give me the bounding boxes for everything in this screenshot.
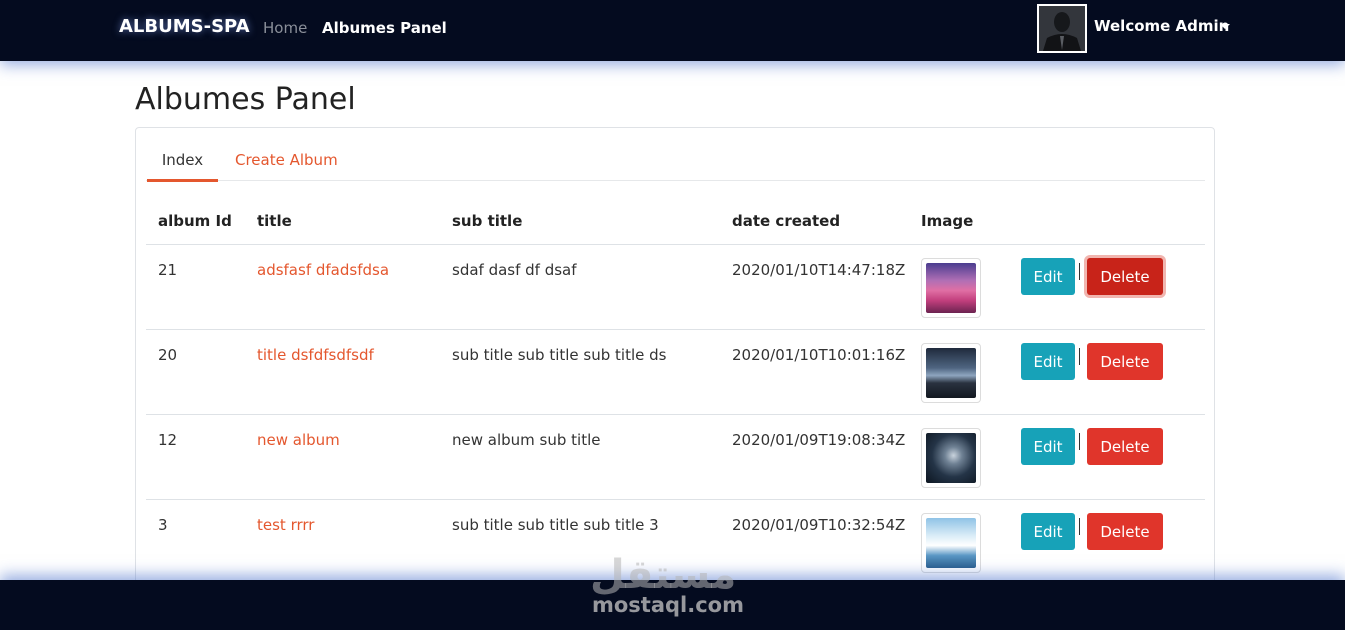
edit-button[interactable]: Edit: [1021, 343, 1075, 380]
page-title: Albumes Panel: [135, 82, 356, 117]
column-header-date-created: date created: [732, 212, 841, 230]
user-menu-toggle[interactable]: Welcome Admin: [1094, 17, 1229, 35]
table-row: 12 new album new album sub title 2020/01…: [146, 415, 1205, 500]
nav-home-link[interactable]: Home: [263, 19, 307, 37]
album-sub-title-cell: sdaf dasf df dsaf: [452, 261, 577, 279]
user-silhouette-icon: [1039, 6, 1085, 51]
tab-bar: Index Create Album: [146, 140, 1205, 182]
flower-field-image: [926, 263, 976, 313]
album-title-link[interactable]: new album: [257, 431, 340, 449]
album-title-link[interactable]: adsfasf dfadsfdsa: [257, 261, 389, 279]
edit-button[interactable]: Edit: [1021, 258, 1075, 295]
page-footer: مستقل mostaql.com: [0, 552, 1345, 630]
tab-index[interactable]: Index: [147, 151, 218, 182]
album-date-cell: 2020/01/10T14:47:18Z: [732, 261, 906, 279]
album-date-cell: 2020/01/10T10:01:16Z: [732, 346, 906, 364]
album-thumbnail: [921, 513, 981, 573]
shark-image: [926, 433, 976, 483]
delete-button[interactable]: Delete: [1087, 513, 1163, 550]
column-header-title: title: [257, 212, 292, 230]
waterfall-image: [926, 518, 976, 568]
delete-button[interactable]: Delete: [1087, 258, 1163, 295]
edit-button[interactable]: Edit: [1021, 513, 1075, 550]
column-header-album-id: album Id: [158, 212, 232, 230]
table-row: 21 adsfasf dfadsfdsa sdaf dasf df dsaf 2…: [146, 245, 1205, 330]
album-thumbnail: [921, 343, 981, 403]
album-sub-title-cell: sub title sub title sub title ds: [452, 346, 667, 364]
album-title-link[interactable]: title dsfdfsdfsdf: [257, 346, 374, 364]
brand-logo[interactable]: ALBUMS-SPA: [119, 16, 250, 37]
album-sub-title-cell: sub title sub title sub title 3: [452, 516, 659, 534]
album-title-link[interactable]: test rrrr: [257, 516, 314, 534]
album-date-cell: 2020/01/09T19:08:34Z: [732, 431, 906, 449]
album-sub-title-cell: new album sub title: [452, 431, 601, 449]
button-separator: [1079, 433, 1080, 450]
button-separator: [1079, 263, 1080, 280]
user-avatar[interactable]: [1037, 4, 1087, 53]
column-header-image: Image: [921, 212, 974, 230]
watermark-arabic: مستقل: [590, 552, 737, 598]
album-id-cell: 12: [158, 431, 178, 449]
album-id-cell: 21: [158, 261, 178, 279]
button-separator: [1079, 518, 1080, 535]
button-separator: [1079, 348, 1080, 365]
night-sky-image: [926, 348, 976, 398]
delete-button[interactable]: Delete: [1087, 428, 1163, 465]
album-thumbnail: [921, 258, 981, 318]
tab-create-album[interactable]: Create Album: [235, 151, 338, 181]
column-header-sub-title: sub title: [452, 212, 523, 230]
album-id-cell: 20: [158, 346, 178, 364]
albums-card: Index Create Album album Id title sub ti…: [135, 127, 1215, 597]
chevron-down-icon[interactable]: [1220, 24, 1230, 29]
album-id-cell: 3: [158, 516, 168, 534]
table-row: 20 title dsfdfsdfsdf sub title sub title…: [146, 330, 1205, 415]
album-thumbnail: [921, 428, 981, 488]
watermark-text: mostaql.com: [592, 593, 744, 617]
album-date-cell: 2020/01/09T10:32:54Z: [732, 516, 906, 534]
delete-button[interactable]: Delete: [1087, 343, 1163, 380]
top-navbar: ALBUMS-SPA Home Albumes Panel Welcome Ad…: [0, 0, 1345, 61]
nav-albumes-panel-link[interactable]: Albumes Panel: [322, 19, 447, 37]
edit-button[interactable]: Edit: [1021, 428, 1075, 465]
